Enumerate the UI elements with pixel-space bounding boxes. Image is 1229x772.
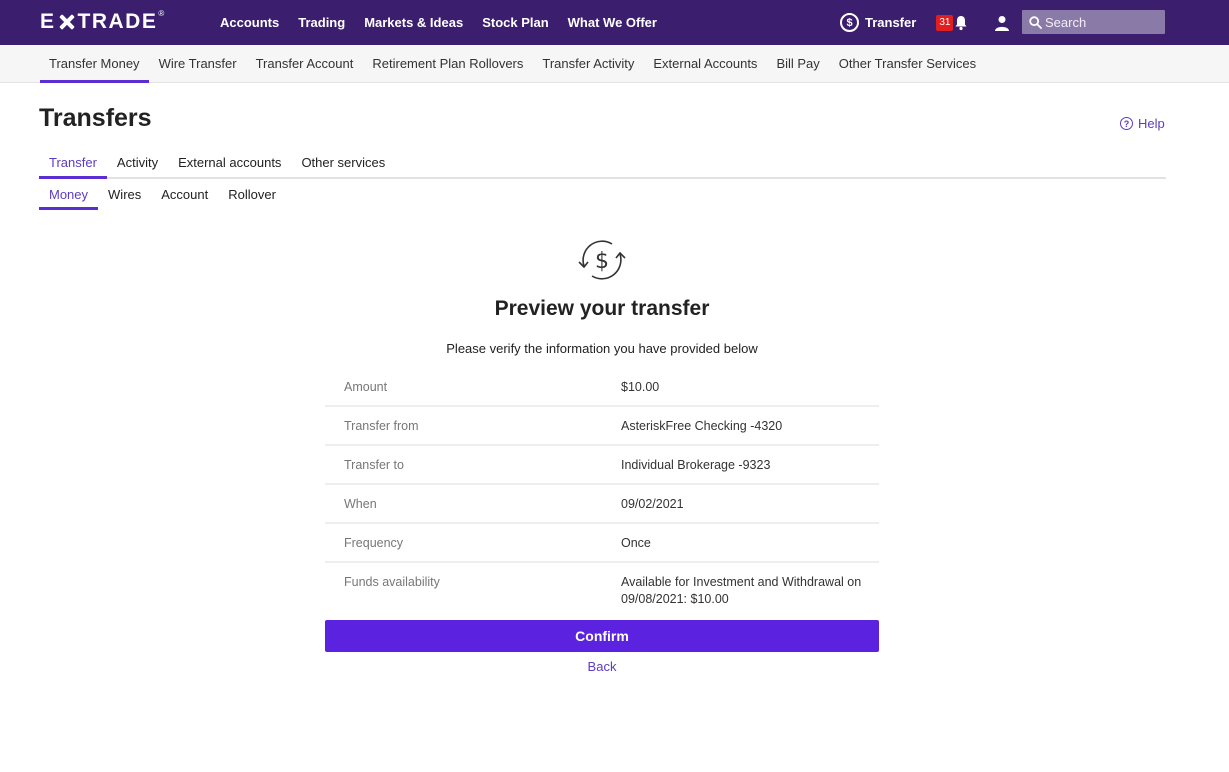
- subnav-bill-pay[interactable]: Bill Pay: [767, 45, 828, 83]
- logo-word-trade: TRADE: [77, 10, 158, 33]
- svg-text:$: $: [595, 249, 609, 274]
- detail-value: Available for Investment and Withdrawal …: [621, 575, 862, 606]
- bell-icon: [955, 15, 967, 30]
- transfer-tabs: Transfer Activity External accounts Othe…: [39, 150, 1166, 179]
- main-nav: Accounts Trading Markets & Ideas Stock P…: [220, 0, 676, 45]
- subnav-retirement-plan-rollovers[interactable]: Retirement Plan Rollovers: [363, 45, 532, 83]
- detail-label: Transfer to: [344, 458, 404, 472]
- tab-external-accounts[interactable]: External accounts: [168, 150, 291, 179]
- detail-row-when: When 09/02/2021: [325, 485, 879, 524]
- notification-count-badge: 31: [936, 14, 954, 31]
- tab-transfer[interactable]: Transfer: [39, 150, 107, 179]
- nav-transfer-label: Transfer: [865, 15, 917, 30]
- page-title: Transfers: [39, 104, 152, 132]
- detail-row-amount: Amount $10.00: [325, 368, 879, 407]
- back-link[interactable]: Back: [325, 659, 879, 674]
- detail-label: Amount: [344, 380, 388, 394]
- help-label: Help: [1138, 116, 1165, 131]
- subtab-money[interactable]: Money: [39, 183, 99, 210]
- subnav-external-accounts[interactable]: External Accounts: [644, 45, 766, 83]
- detail-row-transfer-from: Transfer from AsteriskFree Checking -432…: [325, 407, 879, 446]
- top-navigation-bar: E TRADE ® Accounts Trading Markets & Ide…: [0, 0, 1229, 53]
- nav-right-group: $ Transfer 31: [840, 0, 1010, 53]
- detail-label: Funds availability: [344, 575, 440, 589]
- preview-title: Preview your transfer: [494, 297, 710, 320]
- transfer-subnav: Transfer Money Wire Transfer Transfer Ac…: [0, 45, 1229, 83]
- nav-trading[interactable]: Trading: [298, 15, 345, 30]
- user-profile-icon[interactable]: [994, 15, 1010, 31]
- subnav-wire-transfer[interactable]: Wire Transfer: [150, 45, 246, 83]
- notifications-button[interactable]: 31: [936, 14, 968, 31]
- detail-value: $10.00: [621, 380, 660, 394]
- etrade-logo[interactable]: E TRADE ®: [40, 9, 166, 35]
- dollar-circle-icon: $: [840, 13, 859, 32]
- detail-label: When: [344, 497, 377, 511]
- search-box[interactable]: [1022, 10, 1165, 34]
- search-input[interactable]: [1045, 14, 1155, 30]
- nav-what-we-offer[interactable]: What We Offer: [568, 15, 657, 30]
- tab-other-services[interactable]: Other services: [291, 150, 395, 179]
- subtab-wires[interactable]: Wires: [98, 183, 151, 210]
- logo-star-icon: [57, 12, 77, 32]
- detail-label: Transfer from: [344, 419, 419, 433]
- logo-letter-e: E: [40, 10, 56, 33]
- detail-value: AsteriskFree Checking -4320: [621, 419, 783, 433]
- nav-accounts[interactable]: Accounts: [220, 15, 279, 30]
- subnav-transfer-money[interactable]: Transfer Money: [40, 45, 149, 83]
- transfer-details-table: Amount $10.00 Transfer from AsteriskFree…: [325, 368, 879, 617]
- nav-markets-ideas[interactable]: Markets & Ideas: [364, 15, 463, 30]
- detail-row-frequency: Frequency Once: [325, 524, 879, 563]
- detail-row-transfer-to: Transfer to Individual Brokerage -9323: [325, 446, 879, 485]
- detail-value: Individual Brokerage -9323: [621, 458, 771, 472]
- detail-label: Frequency: [344, 536, 404, 550]
- subtab-rollover[interactable]: Rollover: [218, 183, 286, 210]
- nav-stock-plan[interactable]: Stock Plan: [482, 15, 548, 30]
- help-icon: ?: [1120, 117, 1133, 130]
- subnav-other-transfer-services[interactable]: Other Transfer Services: [830, 45, 985, 83]
- dollar-exchange-icon: $: [578, 240, 626, 280]
- subnav-transfer-activity[interactable]: Transfer Activity: [533, 45, 643, 83]
- tab-activity[interactable]: Activity: [107, 150, 168, 179]
- help-link[interactable]: ? Help: [1120, 116, 1165, 131]
- registered-mark: ®: [158, 9, 166, 18]
- confirm-button[interactable]: Confirm: [325, 620, 879, 652]
- transfer-subtabs: Money Wires Account Rollover: [39, 183, 286, 211]
- subtab-account[interactable]: Account: [151, 183, 218, 210]
- search-icon: [1029, 15, 1042, 29]
- detail-value: 09/02/2021: [621, 497, 684, 511]
- detail-value: Once: [621, 536, 651, 550]
- detail-row-funds-availability: Funds availability Available for Investm…: [325, 563, 879, 617]
- preview-subtitle: Please verify the information you have p…: [446, 341, 758, 356]
- nav-transfer[interactable]: $ Transfer: [840, 13, 917, 53]
- subnav-transfer-account[interactable]: Transfer Account: [247, 45, 363, 83]
